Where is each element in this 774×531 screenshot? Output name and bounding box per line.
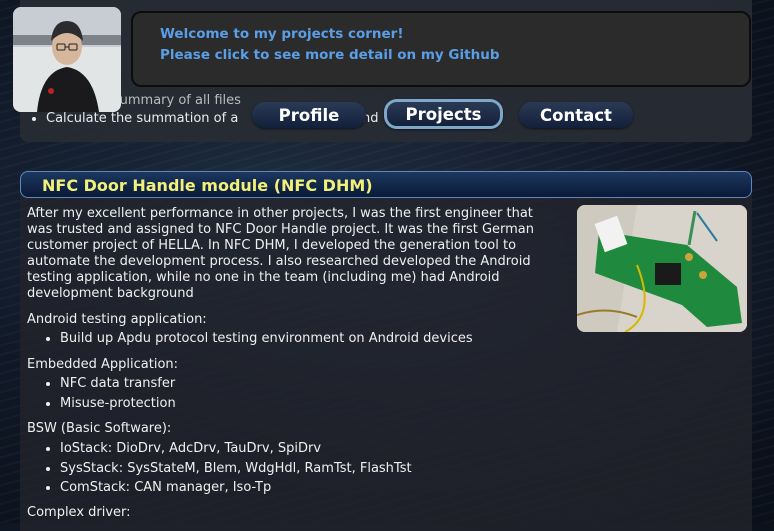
paragraph-line: development background bbox=[27, 286, 194, 301]
paragraph-line: After my excellent performance in other … bbox=[27, 206, 533, 221]
list-item: Build up Apdu protocol testing environme… bbox=[60, 329, 473, 349]
project-section: NFC Door Handle module (NFC DHM) After m… bbox=[20, 171, 752, 531]
list-item: IoStack: DioDrv, AdcDrv, TauDrv, SpiDrv bbox=[60, 439, 412, 459]
group-label: Android testing application: bbox=[27, 312, 207, 327]
list-item: ComStack: CAN manager, Iso-Tp bbox=[60, 478, 412, 498]
nav-label: Contact bbox=[540, 105, 612, 125]
group-list: IoStack: DioDrv, AdcDrv, TauDrv, SpiDrv … bbox=[27, 439, 412, 498]
paragraph-line: testing application, while no one in the… bbox=[27, 270, 500, 285]
paragraph: After my excellent performance in other … bbox=[27, 206, 534, 302]
group-label: Complex driver: bbox=[27, 505, 131, 520]
list-item: SysStack: SysStateM, Blem, WdgHdl, RamTs… bbox=[60, 459, 412, 479]
section-title-bar: NFC Door Handle module (NFC DHM) bbox=[20, 171, 752, 198]
nav-label: Projects bbox=[405, 104, 482, 124]
section-title: NFC Door Handle module (NFC DHM) bbox=[42, 176, 373, 195]
nav-projects-button[interactable]: Projects bbox=[384, 99, 503, 129]
nav-contact-button[interactable]: Contact bbox=[519, 102, 633, 128]
paragraph-line: customer project of HELLA. In NFC DHM, I… bbox=[27, 238, 517, 253]
group-list: NFC data transfer Misuse-protection bbox=[27, 374, 176, 413]
github-link[interactable]: Please click to see more detail on my Gi… bbox=[160, 47, 499, 63]
peek-text: Summary of all files bbox=[111, 93, 241, 108]
list-item: Misuse-protection bbox=[60, 394, 176, 414]
welcome-text: Welcome to my projects corner! bbox=[160, 26, 404, 42]
pcb-photo bbox=[577, 205, 747, 332]
group-list: Build up Apdu protocol testing environme… bbox=[27, 329, 473, 349]
avatar-photo bbox=[13, 7, 121, 112]
paragraph-line: was trusted and assigned to NFC Door Han… bbox=[27, 222, 534, 237]
paragraph-line: automate the development process. I also… bbox=[27, 254, 531, 269]
peek-text: Calculate the summation of a bbox=[46, 111, 239, 126]
list-item: NFC data transfer bbox=[60, 374, 176, 394]
nav-label: Profile bbox=[278, 105, 340, 125]
group-label: BSW (Basic Software): bbox=[27, 421, 172, 436]
avatar bbox=[13, 7, 121, 112]
project-image bbox=[577, 205, 747, 332]
nav-profile-button[interactable]: Profile bbox=[252, 102, 366, 128]
group-label: Embedded Application: bbox=[27, 357, 179, 372]
welcome-box[interactable]: Welcome to my projects corner! Please cl… bbox=[131, 11, 751, 87]
